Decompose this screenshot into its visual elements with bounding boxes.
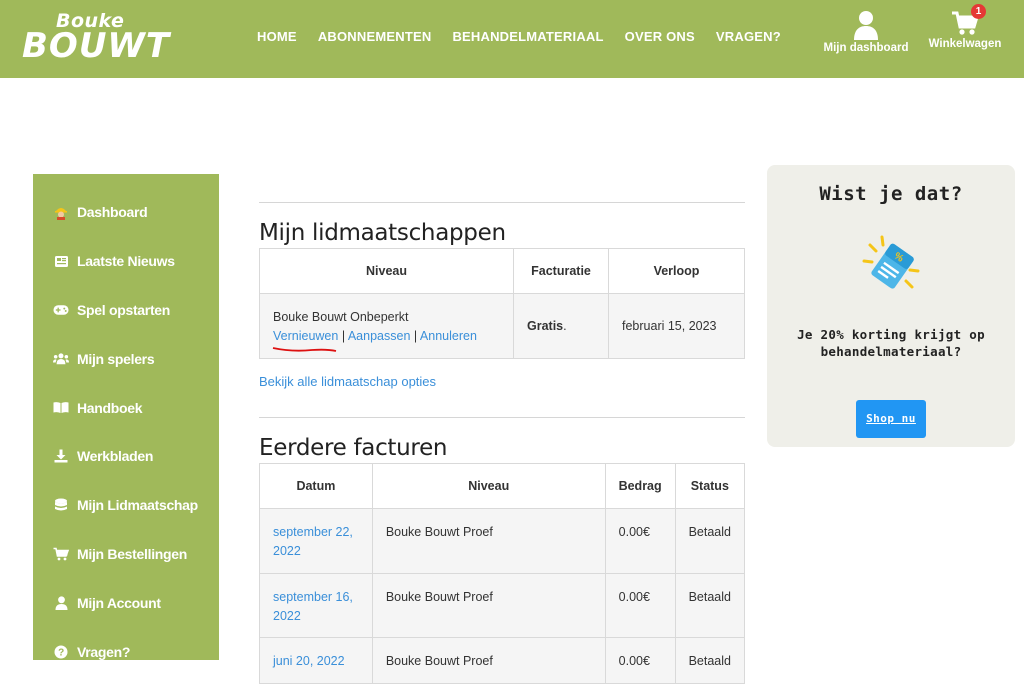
memberships-title: Mijn lidmaatschappen xyxy=(259,220,506,246)
users-icon xyxy=(53,351,69,367)
discount-tag-icon: % xyxy=(862,235,920,289)
invoice-status: Betaald xyxy=(674,637,746,684)
invoice-status: Betaald xyxy=(674,508,746,574)
nav-abonnementen[interactable]: ABONNEMENTEN xyxy=(318,29,432,44)
invoice-status: Betaald xyxy=(674,573,746,638)
main-content: Mijn lidmaatschappen Niveau Facturatie V… xyxy=(259,202,746,684)
sidebar-item-label: Dashboard xyxy=(77,204,148,221)
sidebar-item-dashboard[interactable]: Dashboard xyxy=(33,188,219,237)
cart-icon xyxy=(53,546,69,562)
sidebar-item-label: Handboek xyxy=(77,399,143,416)
sidebar-item-laatste-nieuws[interactable]: Laatste Nieuws xyxy=(33,237,219,286)
nav-vragen[interactable]: VRAGEN? xyxy=(716,29,781,44)
invoice-row: september 22, 2022 Bouke Bouwt Proef 0.0… xyxy=(259,508,746,574)
all-membership-options-link[interactable]: Bekijk alle lidmaatschap opties xyxy=(259,374,745,389)
sidebar-item-label: Vragen? xyxy=(77,643,131,660)
site-header: Bouke BOUWT HOME ABONNEMENTEN BEHANDELMA… xyxy=(0,0,1024,78)
memberships-table: Niveau Facturatie Verloop Bouke Bouwt On… xyxy=(259,248,745,359)
membership-row: Bouke Bouwt Onbeperkt Vernieuwen | Aanpa… xyxy=(259,293,745,359)
sidebar-item-label: Mijn Account xyxy=(77,594,161,611)
invoice-level: Bouke Bouwt Proef xyxy=(371,637,606,684)
main-nav: HOME ABONNEMENTEN BEHANDELMATERIAAL OVER… xyxy=(257,29,802,44)
membership-expiry: februari 15, 2023 xyxy=(608,293,745,359)
gamepad-icon xyxy=(53,302,69,318)
invoices-header-level: Niveau xyxy=(371,463,606,509)
dashboard-link[interactable]: Mijn dashboard xyxy=(822,10,910,54)
sidebar-item-handboek[interactable]: Handboek xyxy=(33,383,219,432)
invoice-date-link[interactable]: september 22, 2022 xyxy=(273,525,353,558)
user-icon xyxy=(53,595,69,611)
sidebar-item-label: Laatste Nieuws xyxy=(77,253,175,270)
billing-value: Gratis xyxy=(527,319,564,333)
invoices-table: Datum Niveau Bedrag Status september 22,… xyxy=(259,463,746,684)
download-icon xyxy=(53,448,69,464)
invoices-header-status: Status xyxy=(674,463,746,509)
sidebar-item-vragen[interactable]: ? Vragen? xyxy=(33,627,219,676)
nav-behandelmateriaal[interactable]: BEHANDELMATERIAAL xyxy=(452,29,603,44)
sidebar-item-label: Mijn spelers xyxy=(77,350,155,367)
invoice-amount: 0.00€ xyxy=(604,508,676,574)
database-icon xyxy=(53,497,69,513)
user-icon xyxy=(854,11,878,40)
site-logo[interactable]: Bouke BOUWT xyxy=(22,10,169,66)
sidebar-item-mijn-account[interactable]: Mijn Account xyxy=(33,578,219,627)
invoice-date-link[interactable]: juni 20, 2022 xyxy=(273,654,345,668)
renew-wrapper: Vernieuwen xyxy=(272,329,342,352)
invoice-level: Bouke Bouwt Proef xyxy=(371,573,606,638)
membership-billing-cell: Gratis. xyxy=(513,293,609,359)
nav-home[interactable]: HOME xyxy=(257,29,297,44)
divider xyxy=(259,202,745,203)
red-underline-annotation xyxy=(272,347,337,352)
newspaper-icon xyxy=(53,253,69,269)
sidebar-item-label: Mijn Lidmaatschap xyxy=(77,497,198,514)
membership-actions: Vernieuwen | Aanpassen | Annuleren xyxy=(272,327,500,352)
promo-title: Wist je dat? xyxy=(819,183,963,205)
shop-now-button[interactable]: Shop nu xyxy=(856,400,926,438)
logo-line2: BOUWT xyxy=(22,26,171,66)
membership-level: Bouke Bouwt Onbeperkt xyxy=(273,310,409,324)
cart-label: Winkelwagen xyxy=(928,38,1002,50)
question-circle-icon: ? xyxy=(53,644,69,660)
cart-count-badge: 1 xyxy=(971,4,986,19)
sidebar-item-label: Mijn Bestellingen xyxy=(77,545,188,562)
invoice-amount: 0.00€ xyxy=(604,573,676,638)
membership-level-cell: Bouke Bouwt Onbeperkt Vernieuwen | Aanpa… xyxy=(259,293,514,359)
invoices-header-date: Datum xyxy=(259,463,373,509)
invoice-amount: 0.00€ xyxy=(604,637,676,684)
promo-widget: Wist je dat? % Je 20% korting krijgt op … xyxy=(767,165,1015,447)
account-sidebar: Dashboard Laatste Nieuws Spel opstarten … xyxy=(33,174,219,660)
book-open-icon xyxy=(53,400,69,416)
modify-link[interactable]: Aanpassen xyxy=(348,329,411,343)
cancel-link[interactable]: Annuleren xyxy=(420,329,477,343)
invoices-title: Eerdere facturen xyxy=(259,435,448,461)
cart-link[interactable]: 1 Winkelwagen xyxy=(925,4,1005,50)
nav-over-ons[interactable]: OVER ONS xyxy=(625,29,695,44)
dashboard-label: Mijn dashboard xyxy=(823,42,909,54)
memberships-header-expiry: Verloop xyxy=(608,248,745,294)
billing-suffix: . xyxy=(563,319,567,333)
worker-icon xyxy=(53,204,69,220)
sidebar-item-werkbladen[interactable]: Werkbladen xyxy=(33,432,219,481)
memberships-header-level: Niveau xyxy=(259,248,514,294)
renew-link[interactable]: Vernieuwen xyxy=(273,329,338,343)
sidebar-item-mijn-bestellingen[interactable]: Mijn Bestellingen xyxy=(33,530,219,579)
svg-text:?: ? xyxy=(58,647,64,658)
invoice-row: september 16, 2022 Bouke Bouwt Proef 0.0… xyxy=(259,573,746,638)
memberships-header-billing: Facturatie xyxy=(513,248,609,294)
invoice-row: juni 20, 2022 Bouke Bouwt Proef 0.00€ Be… xyxy=(259,637,746,684)
sidebar-item-label: Werkbladen xyxy=(77,448,154,465)
sidebar-item-mijn-spelers[interactable]: Mijn spelers xyxy=(33,334,219,383)
promo-text: Je 20% korting krijgt op behandelmateria… xyxy=(797,327,985,359)
sidebar-item-label: Spel opstarten xyxy=(77,301,171,318)
invoices-header-amount: Bedrag xyxy=(604,463,676,509)
sidebar-item-mijn-lidmaatschap[interactable]: Mijn Lidmaatschap xyxy=(33,481,219,530)
sidebar-item-spel-opstarten[interactable]: Spel opstarten xyxy=(33,286,219,335)
divider xyxy=(259,417,745,418)
invoice-level: Bouke Bouwt Proef xyxy=(371,508,606,574)
invoice-date-link[interactable]: september 16, 2022 xyxy=(273,590,353,623)
